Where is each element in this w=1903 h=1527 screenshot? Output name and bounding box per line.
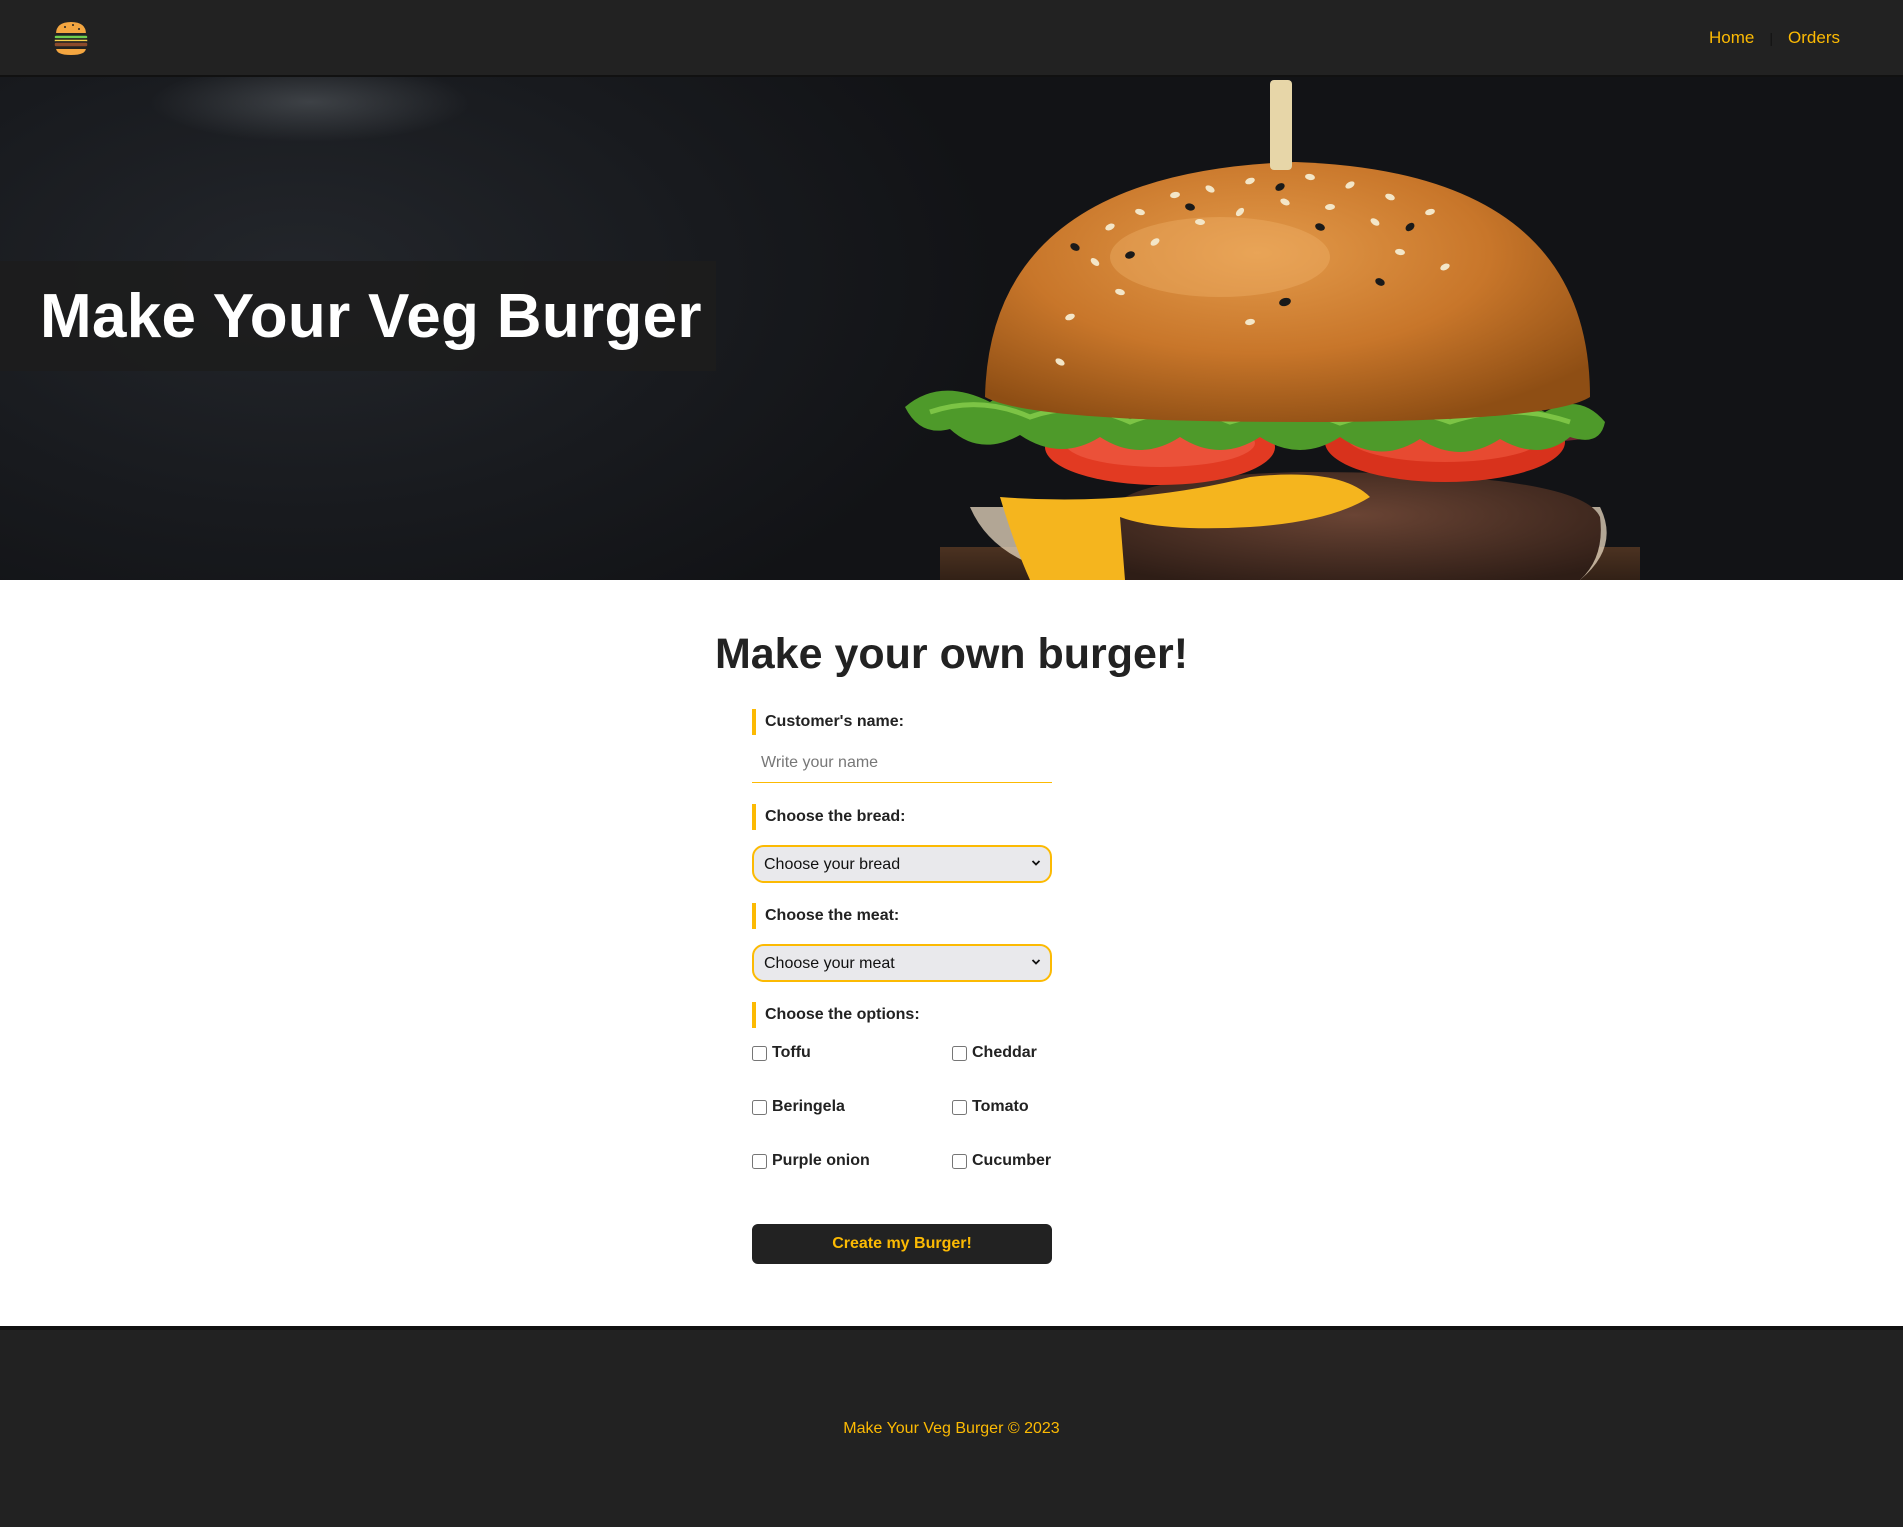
option-label: Cheddar [972,1044,1037,1061]
option-label: Purple onion [772,1152,870,1169]
meat-select[interactable]: Choose your meat [752,944,1052,982]
option-label: Tomato [972,1098,1029,1115]
footer-copyright: Make Your Veg Burger © 2023 [843,1419,1060,1437]
meat-select-wrap: Choose your meat [752,944,1052,982]
footer: Make Your Veg Burger © 2023 [0,1326,1903,1527]
option-toffu[interactable]: Toffu [752,1042,952,1064]
bread-label: Choose the bread: [752,804,1052,830]
option-cheddar[interactable]: Cheddar [952,1042,1052,1064]
hero-title-box: Make Your Veg Burger [0,261,716,371]
nav-home-link[interactable]: Home [1709,28,1754,48]
bread-select[interactable]: Choose your bread [752,845,1052,883]
burger-icon[interactable] [52,17,90,59]
navbar: Home | Orders [0,0,1903,77]
option-beringela[interactable]: Beringela [752,1096,952,1118]
option-checkbox-beringela[interactable] [752,1099,767,1115]
page-title: Make your own burger! [714,630,1189,678]
option-checkbox-cheddar[interactable] [952,1045,967,1061]
create-burger-button[interactable]: Create my Burger! [752,1224,1052,1264]
option-cucumber[interactable]: Cucumber [952,1150,1052,1172]
hero-banner: Make Your Veg Burger [0,77,1903,580]
burger-form: Customer's name: Choose the bread: Choos… [752,709,1052,1264]
option-checkbox-tomato[interactable] [952,1099,967,1115]
main-content: Make your own burger! Customer's name: C… [0,580,1903,1326]
option-checkbox-cucumber[interactable] [952,1153,967,1169]
option-checkbox-purple-onion[interactable] [752,1153,767,1169]
customer-name-input[interactable] [752,743,1052,783]
option-tomato[interactable]: Tomato [952,1096,1052,1118]
meat-label: Choose the meat: [752,903,1052,929]
option-label: Toffu [772,1044,811,1061]
option-label: Beringela [772,1098,845,1115]
option-purple-onion[interactable]: Purple onion [752,1150,952,1172]
nav-orders-link[interactable]: Orders [1788,28,1840,48]
bread-select-wrap: Choose your bread [752,845,1052,883]
option-label: Cucumber [972,1152,1052,1169]
option-checkbox-toffu[interactable] [752,1045,767,1061]
nav-separator: | [1769,29,1774,46]
options-label: Choose the options: [752,1002,1052,1028]
options-grid: Toffu Cheddar Beringela Tomato Purple on… [752,1042,1052,1172]
hero-title: Make Your Veg Burger [40,281,702,351]
nav-links: Home | Orders [1709,28,1840,48]
customer-name-label: Customer's name: [752,709,1052,735]
